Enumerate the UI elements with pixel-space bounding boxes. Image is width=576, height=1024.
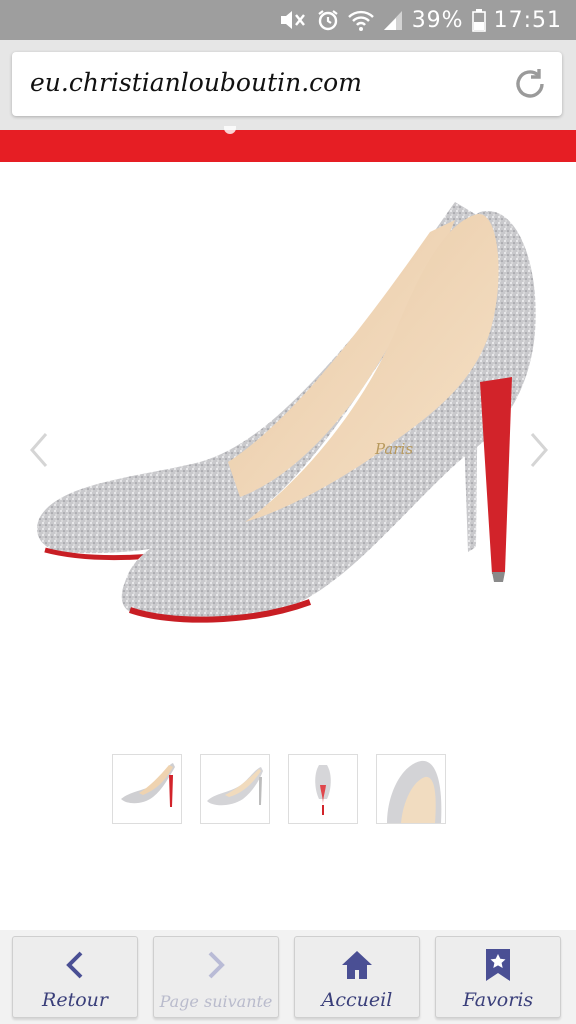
battery-percent: 39% (411, 7, 464, 33)
url-text[interactable]: eu.christianlouboutin.com (30, 68, 362, 97)
chevron-left-icon (13, 947, 137, 983)
home-button[interactable]: Accueil (294, 936, 420, 1018)
back-button[interactable]: Retour (12, 936, 138, 1018)
chevron-right-icon (154, 947, 278, 983)
thumbnail-strip (112, 754, 446, 824)
thumbnail-side-pair[interactable] (112, 754, 182, 824)
wifi-icon (347, 8, 374, 32)
favorites-button[interactable]: Favoris (435, 936, 561, 1018)
address-bar[interactable]: eu.christianlouboutin.com (12, 52, 562, 116)
product-image: Paris (36, 202, 536, 623)
bottom-navigation: Retour Page suivante Accueil Favoris (0, 930, 576, 1024)
next-page-label: Page suivante (159, 992, 273, 1011)
thumbnail-top[interactable] (376, 754, 446, 824)
reload-icon[interactable] (512, 66, 548, 102)
address-bar-area: eu.christianlouboutin.com (0, 40, 576, 130)
carousel-next-icon[interactable] (524, 430, 554, 470)
product-image-carousel[interactable]: Paris (0, 162, 576, 732)
thumbnail-side-single[interactable] (200, 754, 270, 824)
brand-paris-text: Paris (374, 440, 413, 458)
status-bar: 39% 17:51 (0, 0, 576, 40)
next-page-button[interactable]: Page suivante (153, 936, 279, 1018)
home-icon (295, 947, 419, 983)
signal-icon (382, 8, 404, 32)
home-label: Accueil (321, 989, 393, 1011)
back-label: Retour (42, 989, 108, 1011)
carousel-prev-icon[interactable] (24, 430, 54, 470)
site-header-band (0, 126, 576, 162)
thumbnail-back[interactable] (288, 754, 358, 824)
header-decoration (224, 126, 236, 134)
favorites-label: Favoris (462, 989, 534, 1011)
mute-icon (278, 8, 308, 32)
clock: 17:51 (493, 7, 562, 33)
battery-icon (471, 8, 486, 32)
alarm-icon (316, 8, 340, 32)
bookmark-star-icon (436, 947, 560, 983)
